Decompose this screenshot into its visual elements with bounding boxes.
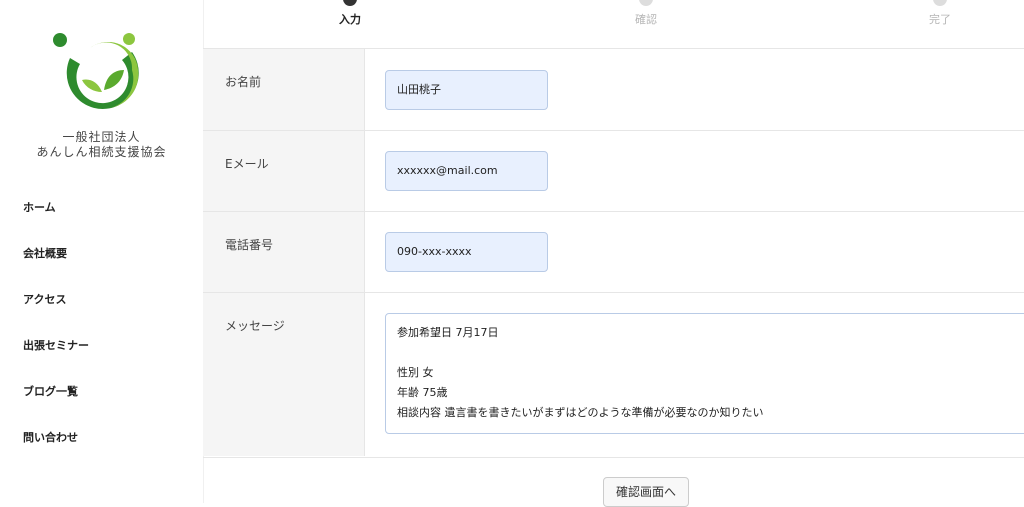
- nav-item-blog[interactable]: ブログ一覧: [23, 383, 89, 429]
- nav-item-company[interactable]: 会社概要: [23, 245, 89, 291]
- nav-item-seminar[interactable]: 出張セミナー: [23, 337, 89, 383]
- form-row-name: お名前 山田桃子: [203, 49, 1024, 131]
- nav-item-contact[interactable]: 問い合わせ: [23, 429, 89, 475]
- form-progress-steps: 入力 確認 完了: [203, 0, 1024, 48]
- email-input[interactable]: xxxxxx@mail.com: [385, 151, 548, 191]
- form-row-message: メッセージ 参加希望日 7月17日 性別 女 年齢 75歳 相談内容 遺言書を書…: [203, 293, 1024, 456]
- email-label: Eメール: [225, 157, 269, 171]
- message-line: 性別 女: [397, 366, 434, 379]
- field-label-cell: 電話番号: [203, 212, 365, 292]
- field-label-cell: お名前: [203, 49, 365, 130]
- contact-form: お名前 山田桃子 Eメール xxxxxx@mail.com 電話番号 090-x…: [203, 48, 1024, 458]
- step-indicator-dot: [933, 0, 947, 6]
- form-row-email: Eメール xxxxxx@mail.com: [203, 131, 1024, 212]
- form-row-phone: 電話番号 090-xxx-xxxx: [203, 212, 1024, 293]
- message-label: メッセージ: [225, 319, 285, 333]
- main-nav: ホーム 会社概要 アクセス 出張セミナー ブログ一覧 問い合わせ: [23, 199, 89, 475]
- nav-item-home[interactable]: ホーム: [23, 199, 89, 245]
- field-label-cell: メッセージ: [203, 293, 365, 456]
- message-line-blank: [397, 343, 1023, 363]
- message-textarea[interactable]: 参加希望日 7月17日 性別 女 年齢 75歳 相談内容 遺言書を書きたいがまず…: [385, 313, 1024, 434]
- step-indicator-dot: [343, 0, 357, 6]
- phone-label: 電話番号: [225, 238, 274, 252]
- name-input[interactable]: 山田桃子: [385, 70, 548, 110]
- phone-input[interactable]: 090-xxx-xxxx: [385, 232, 548, 272]
- sidebar: 一般社団法人 あんしん相続支援協会 ホーム 会社概要 アクセス 出張セミナー ブ…: [0, 0, 204, 503]
- step-indicator-dot: [639, 0, 653, 6]
- step-label: 入力: [339, 13, 361, 26]
- step-label: 完了: [929, 13, 951, 26]
- association-logo-icon[interactable]: [50, 30, 150, 130]
- message-line: 相談内容 遺言書を書きたいがまずはどのような準備が必要なのか知りたい: [397, 406, 764, 419]
- message-line: 年齢 75歳: [397, 386, 448, 399]
- org-name-label: あんしん相続支援協会: [36, 145, 167, 159]
- field-label-cell: Eメール: [203, 131, 365, 211]
- nav-item-access[interactable]: アクセス: [23, 291, 89, 337]
- message-line: 参加希望日 7月17日: [397, 326, 499, 339]
- name-label: お名前: [225, 75, 262, 89]
- step-label: 確認: [635, 13, 657, 26]
